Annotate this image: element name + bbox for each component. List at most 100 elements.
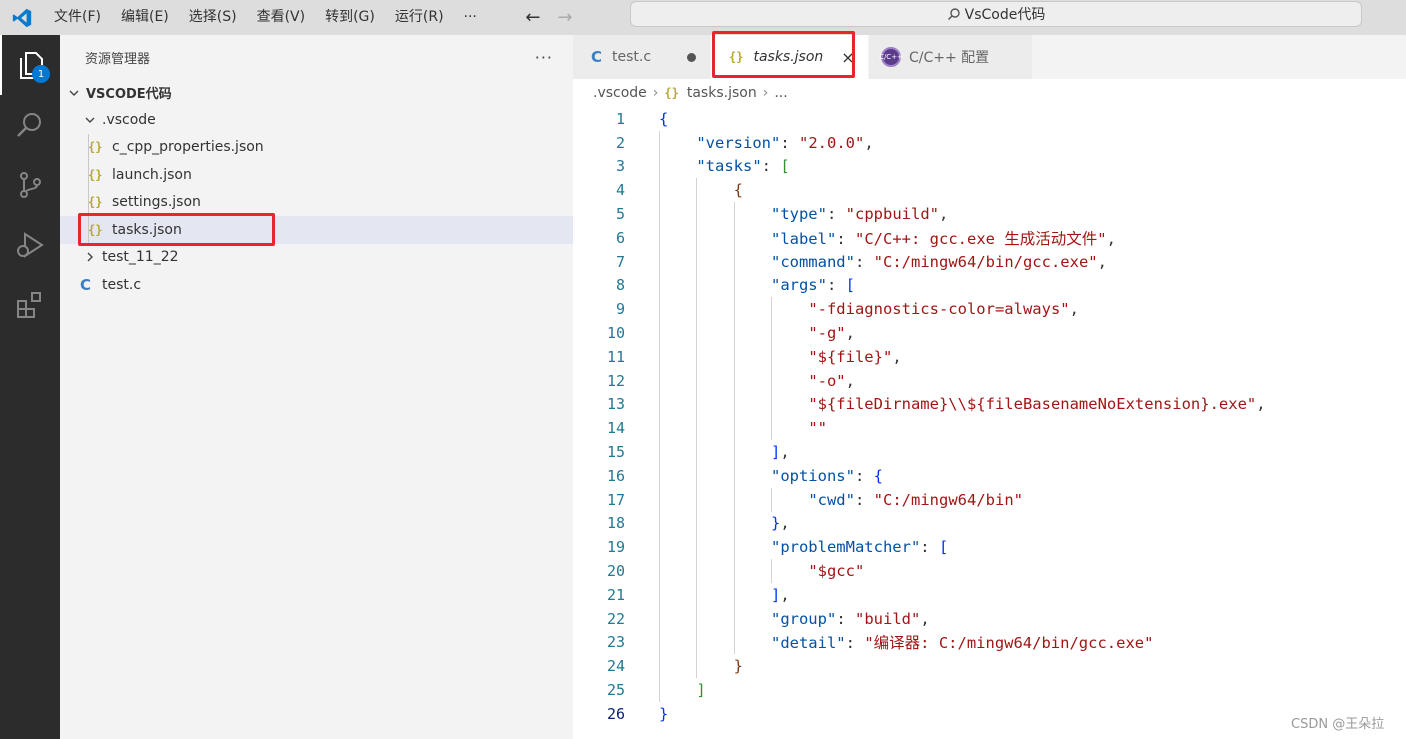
chevron-right-icon: ›: [652, 85, 659, 101]
run-debug-activity[interactable]: [0, 215, 60, 275]
line-number: 15: [606, 443, 625, 462]
menu-edit[interactable]: 编辑(E): [111, 0, 179, 35]
code-line[interactable]: 17 "cwd": "C:/mingw64/bin": [573, 487, 1406, 512]
menu-run[interactable]: 运行(R): [385, 0, 454, 35]
code-line[interactable]: 18 },: [573, 511, 1406, 536]
explorer-header: 资源管理器 ···: [60, 35, 573, 79]
code-line[interactable]: 16 "options": {: [573, 463, 1406, 488]
code-line[interactable]: 23 "detail": "编译器: C:/mingw64/bin/gcc.ex…: [573, 630, 1406, 655]
line-number: 5: [615, 205, 625, 224]
search-activity[interactable]: [0, 95, 60, 155]
indent-guide: [88, 161, 89, 189]
line-number: 3: [615, 157, 625, 176]
activity-bar: 1: [0, 35, 60, 739]
line-number: 26: [606, 704, 625, 723]
menu-more[interactable]: ···: [454, 0, 487, 35]
search-icon: [947, 7, 961, 21]
code-line-text: ],: [770, 585, 790, 604]
c-file-icon: C: [591, 48, 603, 66]
tree-item-settings[interactable]: {} settings.json: [60, 188, 573, 216]
indent-guide: [88, 188, 89, 216]
breadcrumb-symbol[interactable]: ...: [774, 85, 787, 101]
line-number: 14: [606, 419, 625, 438]
explorer-badge: 1: [32, 65, 50, 83]
line-number: 8: [615, 276, 625, 295]
explorer-more-button[interactable]: ···: [535, 48, 553, 67]
code-line[interactable]: 20 "$gcc": [573, 559, 1406, 583]
line-number: 10: [606, 324, 625, 343]
code-line[interactable]: 14 "": [573, 416, 1406, 441]
code-line[interactable]: 19 "problemMatcher": [: [573, 535, 1406, 560]
code-line[interactable]: 4 {: [573, 178, 1406, 203]
menu-file[interactable]: 文件(F): [44, 0, 111, 35]
code-line[interactable]: 21 ],: [573, 582, 1406, 607]
line-number: 20: [606, 562, 625, 581]
code-line-text: "problemMatcher": [: [770, 538, 949, 557]
code-editor[interactable]: 1{2 "version": "2.0.0", 3 "tasks": [4 {5 …: [573, 107, 1406, 726]
line-number: 13: [606, 395, 625, 414]
extensions-activity[interactable]: [0, 275, 60, 335]
code-line[interactable]: 1{: [573, 107, 1406, 131]
watermark: CSDN @王朵拉: [1291, 717, 1385, 732]
code-line[interactable]: 3 "tasks": [: [573, 154, 1406, 179]
code-line-text: ]: [696, 681, 706, 700]
tree-item-label: .vscode: [102, 111, 156, 128]
code-line[interactable]: 13 "${fileDirname}\\${fileBasenameNoExte…: [573, 392, 1406, 417]
code-line-text: "-fdiagnostics-color=always",: [808, 300, 1079, 319]
code-line[interactable]: 22 "group": "build",: [573, 606, 1406, 631]
code-line[interactable]: 8 "args": [: [573, 273, 1406, 298]
command-center-search[interactable]: VsCode代码: [630, 1, 1362, 27]
back-arrow-icon[interactable]: ←: [517, 7, 549, 28]
code-line-text: "version": "2.0.0",: [696, 133, 874, 152]
menu-view[interactable]: 查看(V): [247, 0, 316, 35]
chevron-right-icon: [82, 251, 98, 263]
explorer-activity[interactable]: 1: [0, 35, 60, 95]
code-line-text: },: [770, 514, 790, 533]
code-line[interactable]: 5 "type": "cppbuild",: [573, 202, 1406, 226]
code-line-text: "command": "C:/mingw64/bin/gcc.exe",: [770, 252, 1107, 271]
vscode-logo-icon[interactable]: [0, 0, 44, 35]
code-line-text: {: [659, 109, 669, 128]
code-line[interactable]: 11 "${file}",: [573, 344, 1406, 369]
tab-test-c[interactable]: C test.c: [573, 35, 711, 79]
breadcrumb-folder[interactable]: .vscode: [593, 85, 647, 101]
forward-arrow-icon[interactable]: →: [549, 7, 581, 28]
line-number: 18: [606, 514, 625, 533]
explorer-sidebar: 资源管理器 ··· VSCODE代码 .vscode {} c_cpp_prop…: [60, 35, 573, 739]
code-line[interactable]: 26}: [573, 702, 1406, 726]
line-number: 22: [606, 609, 625, 628]
code-line-text: "${file}",: [808, 347, 902, 366]
code-line-text: ],: [770, 443, 790, 462]
code-line[interactable]: 15 ],: [573, 440, 1406, 464]
code-line[interactable]: 6 "label": "C/C++: gcc.exe 生成活动文件",: [573, 225, 1406, 250]
menu-go[interactable]: 转到(G): [315, 0, 385, 35]
workspace-root-label: VSCODE代码: [86, 87, 172, 102]
search-icon: [17, 113, 41, 137]
code-line[interactable]: 24 }: [573, 654, 1406, 679]
tree-item-c-cpp-properties[interactable]: {} c_cpp_properties.json: [60, 133, 573, 161]
code-line[interactable]: 10 "-g",: [573, 321, 1406, 345]
line-number: 4: [615, 181, 625, 200]
source-control-activity[interactable]: [0, 155, 60, 215]
code-line-text: "$gcc": [808, 562, 865, 581]
code-line[interactable]: 7 "command": "C:/mingw64/bin/gcc.exe",: [573, 249, 1406, 274]
breadcrumb-file[interactable]: tasks.json: [687, 85, 757, 101]
line-number: 6: [615, 228, 625, 247]
code-line[interactable]: 25 ]: [573, 678, 1406, 702]
code-line[interactable]: 2 "version": "2.0.0",: [573, 130, 1406, 155]
menu-selection[interactable]: 选择(S): [179, 0, 247, 35]
code-line-text: "": [808, 419, 827, 438]
tree-item-test-c[interactable]: C test.c: [60, 271, 573, 299]
unsaved-dot-icon[interactable]: [687, 52, 697, 62]
tab-cpp-config[interactable]: C/C++ C/C++ 配置: [869, 35, 1033, 79]
tree-item-vscode-folder[interactable]: .vscode: [60, 106, 573, 134]
json-file-icon: {}: [88, 140, 103, 155]
tree-item-test-11-22-folder[interactable]: test_11_22: [60, 244, 573, 272]
json-file-icon: {}: [88, 195, 103, 210]
code-line[interactable]: 12 "-o",: [573, 368, 1406, 393]
code-line[interactable]: 9 "-fdiagnostics-color=always",: [573, 297, 1406, 322]
tree-item-launch[interactable]: {} launch.json: [60, 161, 573, 189]
workspace-root[interactable]: VSCODE代码: [60, 79, 573, 106]
line-number: 9: [615, 300, 625, 319]
line-number: 11: [606, 347, 625, 366]
